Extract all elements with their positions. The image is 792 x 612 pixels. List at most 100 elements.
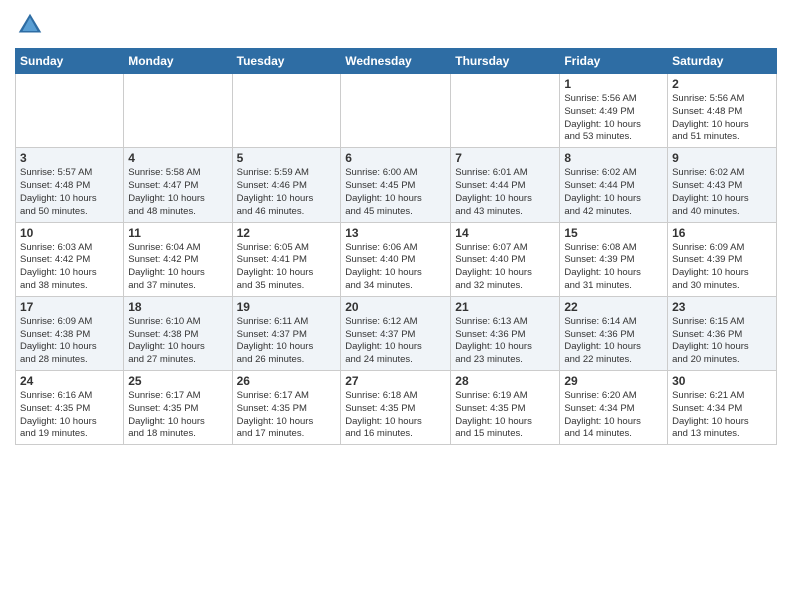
day-number: 14 (455, 226, 555, 240)
day-info: Sunrise: 6:09 AM Sunset: 4:39 PM Dayligh… (672, 242, 772, 293)
day-info: Sunrise: 6:21 AM Sunset: 4:34 PM Dayligh… (672, 390, 772, 441)
day-info: Sunrise: 6:17 AM Sunset: 4:35 PM Dayligh… (237, 390, 337, 441)
day-info: Sunrise: 6:14 AM Sunset: 4:36 PM Dayligh… (564, 316, 663, 367)
calendar-day-cell: 30 Sunrise: 6:21 AM Sunset: 4:34 PM Dayli… (668, 371, 777, 445)
day-number: 7 (455, 151, 555, 165)
calendar-header-row: SundayMondayTuesdayWednesdayThursdayFrid… (16, 49, 777, 74)
day-info: Sunrise: 6:09 AM Sunset: 4:38 PM Dayligh… (20, 316, 119, 367)
calendar-week-row: 24 Sunrise: 6:16 AM Sunset: 4:35 PM Dayli… (16, 371, 777, 445)
day-info: Sunrise: 6:02 AM Sunset: 4:43 PM Dayligh… (672, 167, 772, 218)
day-number: 2 (672, 77, 772, 91)
day-number: 12 (237, 226, 337, 240)
calendar-day-cell: 13 Sunrise: 6:06 AM Sunset: 4:40 PM Dayli… (341, 222, 451, 296)
calendar-week-row: 1Sunrise: 5:56 AM Sunset: 4:49 PM Daylig… (16, 74, 777, 148)
day-number: 10 (20, 226, 119, 240)
logo-icon (15, 10, 45, 40)
calendar-day-header: Saturday (668, 49, 777, 74)
day-info: Sunrise: 6:04 AM Sunset: 4:42 PM Dayligh… (128, 242, 227, 293)
calendar-day-cell: 20 Sunrise: 6:12 AM Sunset: 4:37 PM Dayli… (341, 296, 451, 370)
calendar-day-cell: 19 Sunrise: 6:11 AM Sunset: 4:37 PM Dayli… (232, 296, 341, 370)
calendar-day-cell: 12 Sunrise: 6:05 AM Sunset: 4:41 PM Dayli… (232, 222, 341, 296)
calendar-day-header: Thursday (451, 49, 560, 74)
day-number: 26 (237, 374, 337, 388)
day-number: 29 (564, 374, 663, 388)
day-number: 17 (20, 300, 119, 314)
day-info: Sunrise: 5:56 AM Sunset: 4:48 PM Dayligh… (672, 93, 772, 144)
header (15, 10, 777, 40)
calendar-week-row: 3 Sunrise: 5:57 AM Sunset: 4:48 PM Daylig… (16, 148, 777, 222)
calendar-day-cell: 8 Sunrise: 6:02 AM Sunset: 4:44 PM Daylig… (560, 148, 668, 222)
day-info: Sunrise: 6:06 AM Sunset: 4:40 PM Dayligh… (345, 242, 446, 293)
day-number: 3 (20, 151, 119, 165)
calendar-day-cell: 5 Sunrise: 5:59 AM Sunset: 4:46 PM Daylig… (232, 148, 341, 222)
calendar-day-header: Wednesday (341, 49, 451, 74)
day-info: Sunrise: 6:16 AM Sunset: 4:35 PM Dayligh… (20, 390, 119, 441)
calendar-day-cell: 2 Sunrise: 5:56 AM Sunset: 4:48 PM Daylig… (668, 74, 777, 148)
day-number: 4 (128, 151, 227, 165)
day-number: 13 (345, 226, 446, 240)
calendar-day-cell (232, 74, 341, 148)
day-info: Sunrise: 6:18 AM Sunset: 4:35 PM Dayligh… (345, 390, 446, 441)
day-info: Sunrise: 5:57 AM Sunset: 4:48 PM Dayligh… (20, 167, 119, 218)
day-info: Sunrise: 5:59 AM Sunset: 4:46 PM Dayligh… (237, 167, 337, 218)
logo (15, 10, 49, 40)
day-info: Sunrise: 6:03 AM Sunset: 4:42 PM Dayligh… (20, 242, 119, 293)
day-number: 27 (345, 374, 446, 388)
calendar-day-cell: 11Sunrise: 6:04 AM Sunset: 4:42 PM Dayli… (124, 222, 232, 296)
calendar-day-cell: 10 Sunrise: 6:03 AM Sunset: 4:42 PM Dayli… (16, 222, 124, 296)
day-info: Sunrise: 6:05 AM Sunset: 4:41 PM Dayligh… (237, 242, 337, 293)
calendar-day-cell (124, 74, 232, 148)
calendar-day-cell: 24 Sunrise: 6:16 AM Sunset: 4:35 PM Dayli… (16, 371, 124, 445)
calendar-day-cell: 18 Sunrise: 6:10 AM Sunset: 4:38 PM Dayli… (124, 296, 232, 370)
calendar-day-cell: 28 Sunrise: 6:19 AM Sunset: 4:35 PM Dayli… (451, 371, 560, 445)
day-number: 16 (672, 226, 772, 240)
day-number: 15 (564, 226, 663, 240)
calendar-day-header: Sunday (16, 49, 124, 74)
calendar-day-header: Friday (560, 49, 668, 74)
day-number: 5 (237, 151, 337, 165)
calendar-day-cell: 3 Sunrise: 5:57 AM Sunset: 4:48 PM Daylig… (16, 148, 124, 222)
calendar-day-cell: 16 Sunrise: 6:09 AM Sunset: 4:39 PM Dayli… (668, 222, 777, 296)
day-info: Sunrise: 5:56 AM Sunset: 4:49 PM Dayligh… (564, 93, 663, 144)
day-number: 19 (237, 300, 337, 314)
calendar-day-cell: 25Sunrise: 6:17 AM Sunset: 4:35 PM Dayli… (124, 371, 232, 445)
calendar-day-cell: 29 Sunrise: 6:20 AM Sunset: 4:34 PM Dayli… (560, 371, 668, 445)
day-info: Sunrise: 6:15 AM Sunset: 4:36 PM Dayligh… (672, 316, 772, 367)
calendar-day-cell: 15 Sunrise: 6:08 AM Sunset: 4:39 PM Dayli… (560, 222, 668, 296)
day-info: Sunrise: 6:19 AM Sunset: 4:35 PM Dayligh… (455, 390, 555, 441)
calendar-day-header: Tuesday (232, 49, 341, 74)
day-number: 20 (345, 300, 446, 314)
calendar-day-cell: 1Sunrise: 5:56 AM Sunset: 4:49 PM Daylig… (560, 74, 668, 148)
day-info: Sunrise: 6:08 AM Sunset: 4:39 PM Dayligh… (564, 242, 663, 293)
day-number: 24 (20, 374, 119, 388)
day-number: 25 (128, 374, 227, 388)
day-info: Sunrise: 6:11 AM Sunset: 4:37 PM Dayligh… (237, 316, 337, 367)
day-info: Sunrise: 6:12 AM Sunset: 4:37 PM Dayligh… (345, 316, 446, 367)
day-info: Sunrise: 5:58 AM Sunset: 4:47 PM Dayligh… (128, 167, 227, 218)
calendar-day-cell (451, 74, 560, 148)
calendar-day-cell: 23 Sunrise: 6:15 AM Sunset: 4:36 PM Dayli… (668, 296, 777, 370)
calendar-day-cell: 21Sunrise: 6:13 AM Sunset: 4:36 PM Dayli… (451, 296, 560, 370)
day-info: Sunrise: 6:01 AM Sunset: 4:44 PM Dayligh… (455, 167, 555, 218)
calendar-day-cell: 7 Sunrise: 6:01 AM Sunset: 4:44 PM Daylig… (451, 148, 560, 222)
calendar-day-cell (16, 74, 124, 148)
day-info: Sunrise: 6:13 AM Sunset: 4:36 PM Dayligh… (455, 316, 555, 367)
calendar-day-cell: 22 Sunrise: 6:14 AM Sunset: 4:36 PM Dayli… (560, 296, 668, 370)
day-info: Sunrise: 6:10 AM Sunset: 4:38 PM Dayligh… (128, 316, 227, 367)
day-number: 18 (128, 300, 227, 314)
day-number: 30 (672, 374, 772, 388)
day-number: 9 (672, 151, 772, 165)
day-number: 8 (564, 151, 663, 165)
calendar-day-cell: 14Sunrise: 6:07 AM Sunset: 4:40 PM Dayli… (451, 222, 560, 296)
day-info: Sunrise: 6:20 AM Sunset: 4:34 PM Dayligh… (564, 390, 663, 441)
day-number: 28 (455, 374, 555, 388)
calendar-table: SundayMondayTuesdayWednesdayThursdayFrid… (15, 48, 777, 445)
day-info: Sunrise: 6:02 AM Sunset: 4:44 PM Dayligh… (564, 167, 663, 218)
calendar-week-row: 10 Sunrise: 6:03 AM Sunset: 4:42 PM Dayli… (16, 222, 777, 296)
calendar-day-cell: 4 Sunrise: 5:58 AM Sunset: 4:47 PM Daylig… (124, 148, 232, 222)
day-number: 22 (564, 300, 663, 314)
page: SundayMondayTuesdayWednesdayThursdayFrid… (0, 0, 792, 612)
calendar-day-cell: 17 Sunrise: 6:09 AM Sunset: 4:38 PM Dayli… (16, 296, 124, 370)
day-number: 23 (672, 300, 772, 314)
calendar-day-cell (341, 74, 451, 148)
